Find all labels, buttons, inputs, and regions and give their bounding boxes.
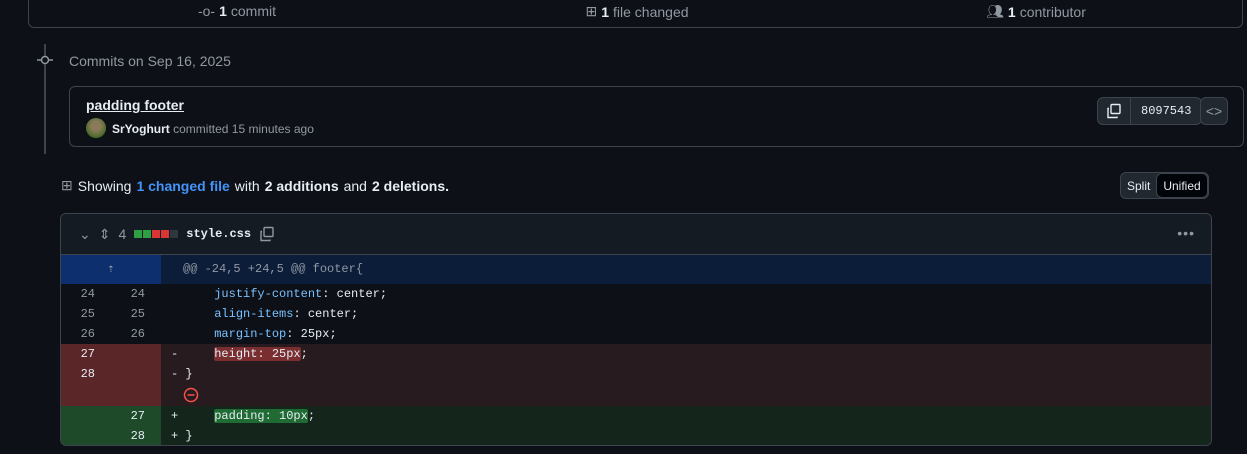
commit-card: padding footer SrYoghurt committed 15 mi… (69, 86, 1244, 147)
deleted-line: 27- height: 25px; (61, 344, 1211, 364)
file-name[interactable]: style.css (186, 227, 251, 241)
commit-title-link[interactable]: padding footer (86, 97, 184, 113)
contributors-count[interactable]: 👥︎ 1 contributor (986, 3, 1086, 20)
files-changed-count[interactable]: ⊞ 1 file changed (585, 3, 688, 20)
commits-date-heading: Commits on Sep 16, 2025 (69, 53, 231, 69)
added-line: 27 + padding: 10px; (61, 406, 1211, 426)
context-line: 26 26 margin-top: 25px; (80, 327, 337, 341)
commit-summary-bar: -o- 1 commit ⊞ 1 file changed 👥︎ 1 contributor (28, 0, 1243, 28)
copy-icon[interactable] (259, 226, 275, 242)
file-header: ⌄ ⇕ 4 style.css ••• (61, 214, 1211, 255)
expand-all-icon[interactable]: ⇕ (99, 226, 111, 243)
added-line: 28 + } (61, 426, 1211, 445)
hunk-header: ⇡ @@ -24,5 +24,5 @@ footer{ (61, 255, 1211, 284)
changes-count: 4 (118, 226, 127, 242)
file-diff-icon: ⊞ (585, 3, 598, 19)
file-diff: ⌄ ⇕ 4 style.css ••• ⇡ @@ -24,5 +24,5 @@ … (60, 213, 1212, 446)
author-link[interactable]: SrYoghurt (112, 122, 170, 136)
no-newline-icon (183, 387, 199, 403)
diff-view-toggle: Split Unified (1120, 172, 1209, 199)
sha-button-group: 8097543 (1097, 97, 1203, 125)
code-icon: <> (1205, 103, 1223, 119)
diffstat-bars (134, 230, 179, 238)
context-line: 25 25 align-items: center; (80, 307, 359, 321)
commits-count[interactable]: -o- 1 commit (198, 3, 276, 19)
no-newline-row (61, 384, 1211, 406)
copy-sha-button[interactable] (1098, 98, 1130, 124)
chevron-down-icon[interactable]: ⌄ (79, 226, 91, 243)
avatar[interactable] (86, 118, 106, 138)
split-view-button[interactable]: Split (1121, 173, 1156, 198)
deleted-line: 28- } (61, 364, 1211, 384)
copy-icon (1107, 103, 1121, 119)
commit-icon (37, 55, 53, 65)
changed-files-link[interactable]: 1 changed file (136, 178, 229, 194)
commit-meta: SrYoghurt committed 15 minutes ago (112, 122, 314, 136)
commit-sha-link[interactable]: 8097543 (1130, 98, 1201, 124)
context-line: 24 24 justify-content: center; (80, 287, 388, 301)
diff-stats-text: ⊞ Showing 1 changed file with 2 addition… (61, 177, 449, 194)
commit-icon: -o- (197, 3, 216, 19)
file-diff-icon: ⊞ (61, 177, 73, 193)
browse-code-button[interactable]: <> (1200, 97, 1228, 125)
expand-up-icon[interactable]: ⇡ (61, 255, 161, 284)
more-options-icon[interactable]: ••• (1177, 225, 1195, 241)
people-icon: 👥︎ (986, 3, 1004, 19)
unified-view-button[interactable]: Unified (1156, 173, 1208, 198)
